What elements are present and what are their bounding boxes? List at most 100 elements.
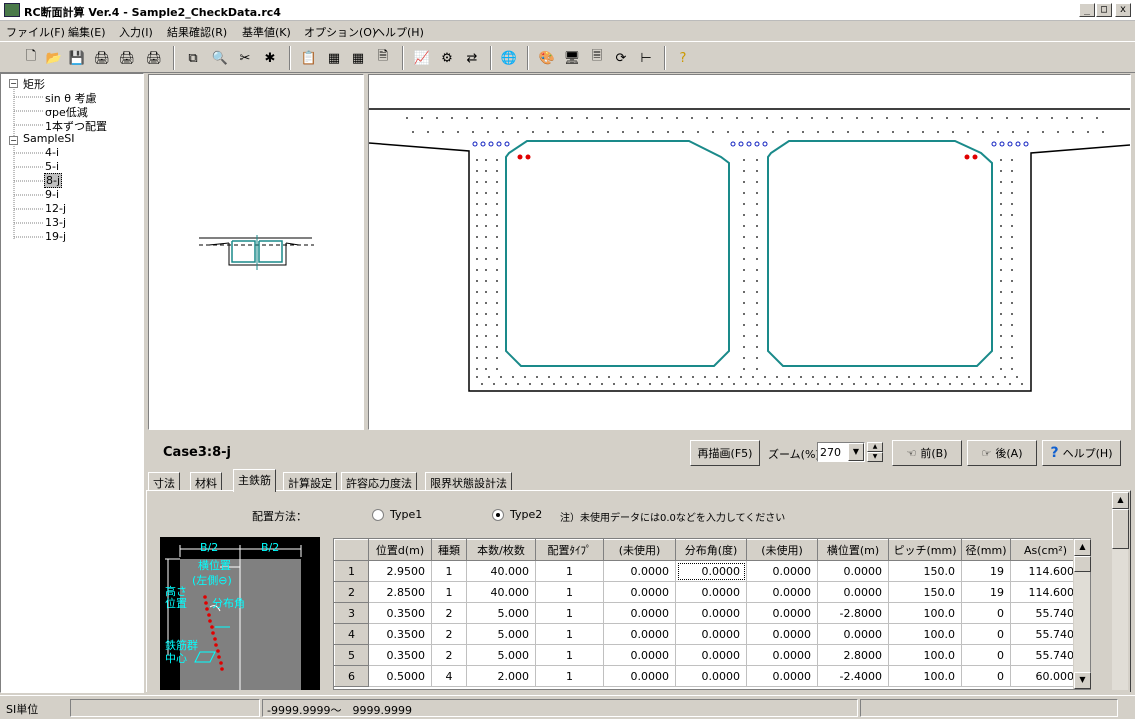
redraw-button[interactable]: 再描画(F5) xyxy=(690,440,760,466)
table-cell[interactable]: 5.000 xyxy=(466,602,536,624)
table-cell[interactable]: 5.000 xyxy=(466,623,536,645)
table-row[interactable]: 1 2.9500 1 40.000 1 0.0000 0.0000 0.0000 0.0000 1… xyxy=(334,560,1081,582)
tab-limit-state[interactable]: 限界状態設計法 xyxy=(425,472,512,491)
scroll-thumb[interactable] xyxy=(1112,509,1129,549)
scroll-up-icon[interactable]: ▲ xyxy=(1112,492,1129,509)
table-cell[interactable]: 2 xyxy=(431,602,467,624)
color-icon[interactable]: 🎨 xyxy=(536,47,558,69)
table-cell[interactable]: 1 xyxy=(535,602,604,624)
table-cell[interactable]: 1 xyxy=(535,644,604,666)
table-cell[interactable]: 4 xyxy=(431,665,467,687)
tab-materials[interactable]: 材料 xyxy=(190,472,222,491)
check-icon[interactable]: ✱ xyxy=(259,47,281,69)
maximize-button[interactable]: □ xyxy=(1096,3,1112,17)
row-header[interactable]: 1 xyxy=(334,560,369,582)
table-cell[interactable]: 0.0000 xyxy=(817,623,889,645)
calc-icon[interactable]: ⚙ xyxy=(436,47,458,69)
chevron-down-icon[interactable]: ▼ xyxy=(848,443,864,461)
row-header[interactable]: 2 xyxy=(334,581,369,603)
table-cell[interactable]: 0.0000 xyxy=(603,623,676,645)
table-cell[interactable]: 1 xyxy=(431,560,467,582)
chart-icon[interactable]: 📈 xyxy=(411,47,433,69)
table-cell[interactable]: -2.8000 xyxy=(817,602,889,624)
table-cell[interactable]: 150.0 xyxy=(888,581,962,603)
spin-up-icon[interactable]: ▲ xyxy=(867,442,883,452)
table-cell[interactable]: 2.8500 xyxy=(368,581,432,603)
table-cell[interactable]: 0.0000 xyxy=(603,581,676,603)
radio-type2[interactable]: Type2 xyxy=(492,508,542,521)
save-icon[interactable]: 💾 xyxy=(66,47,88,69)
tree-item-selected[interactable]: 8-j xyxy=(44,173,63,188)
table-cell[interactable]: 0.0000 xyxy=(817,581,889,603)
tree-item[interactable]: 13-j xyxy=(45,216,66,229)
table-cell[interactable]: 19 xyxy=(961,581,1011,603)
menu-file[interactable]: ファイル(F) xyxy=(6,24,65,40)
menu-input[interactable]: 入力(I) xyxy=(119,24,153,40)
minimize-button[interactable]: _ xyxy=(1079,3,1095,17)
table-cell[interactable]: 0.0000 xyxy=(746,602,818,624)
tab-main-rebar[interactable]: 主鉄筋 xyxy=(233,469,276,492)
table-cell[interactable]: 1 xyxy=(535,623,604,645)
help-icon[interactable]: ? xyxy=(672,47,694,69)
grid-scrollbar[interactable]: ▲ ▼ xyxy=(1073,539,1091,689)
scroll-thumb[interactable] xyxy=(1074,556,1091,572)
table-cell[interactable]: 2.000 xyxy=(466,665,536,687)
table-cell[interactable]: 1 xyxy=(535,581,604,603)
table-cell[interactable]: 19 xyxy=(961,560,1011,582)
table-cell[interactable]: 0.3500 xyxy=(368,623,432,645)
table-cell[interactable]: 0.0000 xyxy=(675,581,747,603)
table-cell[interactable]: 0.0000 xyxy=(746,581,818,603)
scroll-down-icon[interactable]: ▼ xyxy=(1074,672,1091,689)
table-cell[interactable]: 0.0000 xyxy=(603,560,676,582)
row-header[interactable]: 6 xyxy=(334,665,369,687)
table-cell[interactable]: 0.5000 xyxy=(368,665,432,687)
copy-section-icon[interactable]: ⧉ xyxy=(182,47,204,69)
menu-help[interactable]: ヘルプ(H) xyxy=(374,24,424,40)
tab-allowable-stress[interactable]: 許容応力度法 xyxy=(341,472,417,491)
table-cell[interactable]: 55.740 xyxy=(1010,602,1081,624)
table-cell[interactable]: 5.000 xyxy=(466,644,536,666)
table-cell[interactable]: 0.0000 xyxy=(817,560,889,582)
table-cell[interactable]: 2 xyxy=(431,623,467,645)
tree-item[interactable]: 5-i xyxy=(45,160,59,173)
new-icon[interactable]: 🗋 xyxy=(20,47,42,69)
zoom-select[interactable]: 270 ▼ xyxy=(817,442,865,462)
table-cell[interactable]: 40.000 xyxy=(466,560,536,582)
table-cell[interactable]: 55.740 xyxy=(1010,623,1081,645)
table-cell[interactable]: 1 xyxy=(535,665,604,687)
rebar-grid[interactable]: 位置d(m) 種類 本数/枚数 配置ﾀｲﾌﾟ (未使用) 分布角(度) (未使用… xyxy=(333,538,1091,690)
web-icon[interactable]: 🌐 xyxy=(498,47,520,69)
menu-standards[interactable]: 基準値(K) xyxy=(242,24,291,40)
table-row[interactable]: 2 2.8500 1 40.000 1 0.0000 0.0000 0.0000 0.0000 1… xyxy=(334,581,1081,603)
tree-item[interactable]: 19-j xyxy=(45,230,66,243)
table-cell[interactable]: 1 xyxy=(535,560,604,582)
table-cell[interactable]: 150.0 xyxy=(888,560,962,582)
find-icon[interactable]: 🔍 xyxy=(209,47,231,69)
output-icon[interactable]: 🗏 xyxy=(586,47,608,69)
help-button[interactable]: ? ヘルプ(H) xyxy=(1042,440,1121,466)
tree-item[interactable]: 9-i xyxy=(45,188,59,201)
delete-icon[interactable]: ✂ xyxy=(234,47,256,69)
tree-icon[interactable]: ⊢ xyxy=(635,47,657,69)
table-cell[interactable]: 0.0000 xyxy=(603,644,676,666)
refresh-icon[interactable]: ⟳ xyxy=(610,47,632,69)
menu-results[interactable]: 結果確認(R) xyxy=(167,24,227,40)
table-cell[interactable]: 0.0000 xyxy=(746,644,818,666)
table-cell[interactable]: 0.0000 xyxy=(603,602,676,624)
table-cell[interactable]: 0.0000 xyxy=(675,665,747,687)
result-icon[interactable]: 🗎 xyxy=(372,47,394,69)
table-cell[interactable]: 100.0 xyxy=(888,665,962,687)
table-cell[interactable]: 2.8000 xyxy=(817,644,889,666)
table2-icon[interactable]: ▦ xyxy=(347,47,369,69)
table-cell[interactable]: 114.600 xyxy=(1010,581,1081,603)
zoom-spinner[interactable]: ▲ ▼ xyxy=(867,442,883,462)
table-cell[interactable]: 55.740 xyxy=(1010,644,1081,666)
table-cell[interactable]: 0.0000 xyxy=(746,560,818,582)
open-icon[interactable]: 📂 xyxy=(43,47,65,69)
close-button[interactable]: x xyxy=(1115,3,1131,17)
row-header[interactable]: 5 xyxy=(334,644,369,666)
transfer-icon[interactable]: ⇄ xyxy=(461,47,483,69)
table-cell[interactable]: 0.0000 xyxy=(675,602,747,624)
table-cell[interactable]: 0 xyxy=(961,665,1011,687)
menu-options[interactable]: オプション(O) xyxy=(304,24,376,40)
